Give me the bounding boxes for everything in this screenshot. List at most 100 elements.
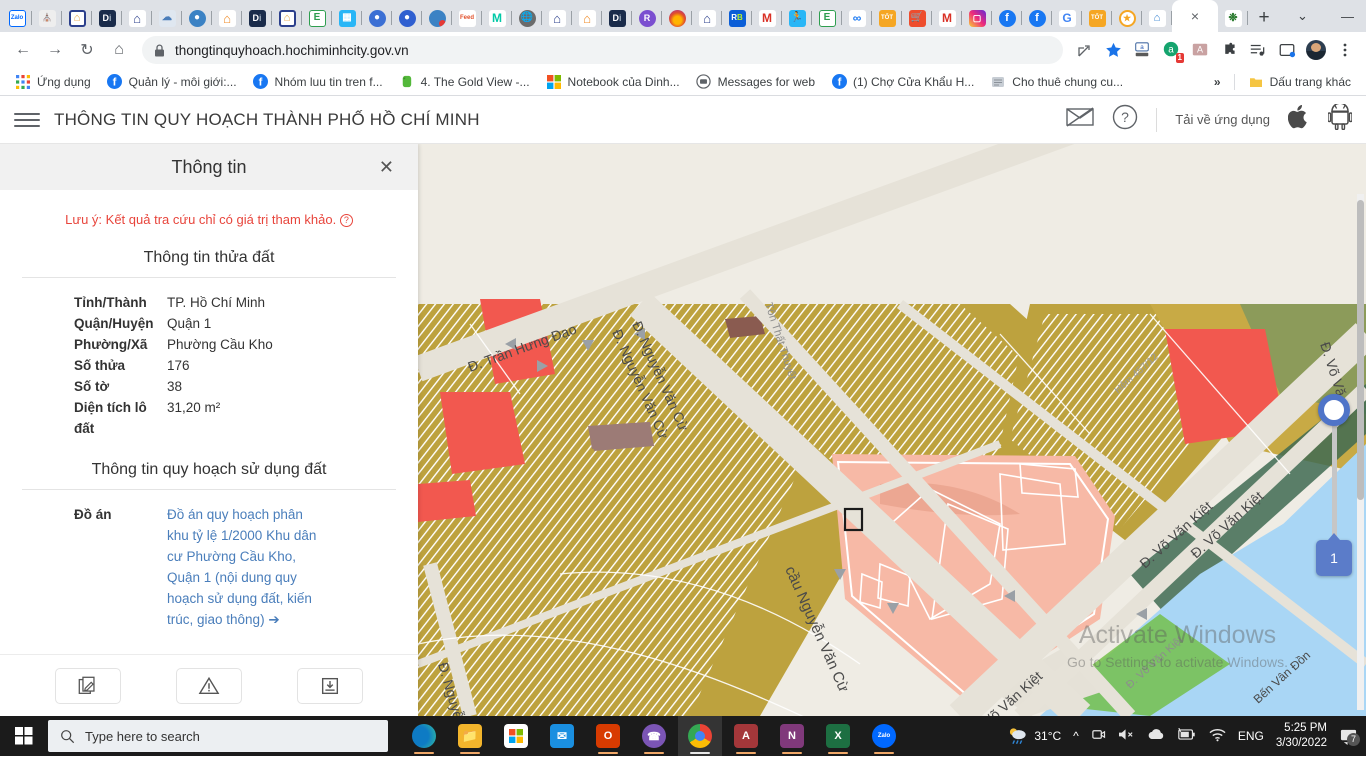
taskbar-search-box[interactable]: Type here to search [48,720,388,752]
tab[interactable]: Di [602,4,632,32]
tab-close-icon[interactable]: × [1191,8,1199,24]
tab[interactable]: R [632,4,662,32]
onedrive-icon[interactable] [1147,728,1165,744]
taskbar-app-office[interactable]: O [586,716,630,756]
bookmark-item[interactable]: f (1) Chợ Cửa Khẩu H... [824,71,981,93]
hamburger-icon[interactable] [14,112,40,127]
adblock-icon[interactable]: a 1 [1158,37,1184,63]
taskbar-app-excel[interactable]: X [816,716,860,756]
tab[interactable]: ⌂ [272,4,302,32]
bookmark-item[interactable]: 4. The Gold View -... [392,71,537,93]
taskbar-app-chrome[interactable] [678,716,722,756]
tab[interactable]: ⌂ [212,4,242,32]
tab[interactable]: ⌂ [692,4,722,32]
tab[interactable]: E [812,4,842,32]
tab[interactable]: M [752,4,782,32]
slider-handle[interactable] [1318,394,1350,426]
tab[interactable]: E [302,4,332,32]
close-panel-button[interactable]: ✕ [379,157,394,178]
taskbar-app-zalo[interactable]: Zalo [862,716,906,756]
taskbar-app-mail[interactable]: ✉ [540,716,584,756]
taskbar-app-edge[interactable] [402,716,446,756]
new-tab-button[interactable]: + [1248,4,1280,32]
back-button[interactable]: ← [8,35,38,65]
tab[interactable]: ∞ [842,4,872,32]
taskbar-app-viber[interactable]: ☎ [632,716,676,756]
share-icon[interactable] [1071,37,1097,63]
tab[interactable]: ▦ [332,4,362,32]
grammarly-icon[interactable]: a [1129,37,1155,63]
screen-record-icon[interactable] [1091,727,1106,745]
tab[interactable]: f [992,4,1022,32]
other-bookmarks-folder[interactable]: Dấu trang khác [1241,71,1358,93]
tab[interactable]: ⌂ [572,4,602,32]
bookmark-item[interactable]: Notebook của Dinh... [539,71,687,93]
bookmarks-overflow-button[interactable]: » [1207,72,1228,92]
translate-icon[interactable]: A [1187,37,1213,63]
bookmark-item[interactable]: Cho thuê chung cu... [983,71,1130,93]
report-button[interactable] [176,667,242,704]
window-controls[interactable]: ⌄ — ❐ ✕ [1280,0,1366,32]
tab[interactable]: TỐT [1082,4,1112,32]
scrollbar-thumb[interactable] [1357,200,1364,500]
taskbar-app-onenote[interactable]: N [770,716,814,756]
sidebar-icon[interactable] [1274,37,1300,63]
tab[interactable]: ⌂ [542,4,572,32]
clock[interactable]: 5:25 PM 3/30/2022 [1276,721,1327,751]
tab[interactable]: ▢ [962,4,992,32]
tab[interactable]: RB [722,4,752,32]
tab-search-icon[interactable]: ⌄ [1280,0,1325,32]
tab[interactable]: 🌐 [512,4,542,32]
tab[interactable]: ⌂ [62,4,92,32]
tab[interactable]: ⌂ [122,4,152,32]
taskbar-app-file-explorer[interactable]: 📁 [448,716,492,756]
bookmark-item[interactable]: Messages for web [689,71,822,93]
apple-icon[interactable] [1287,104,1310,135]
home-button[interactable]: ⌂ [104,35,134,65]
chevron-up-icon[interactable]: ^ [1073,729,1079,743]
bookmark-item[interactable]: f Nhóm luu tin tren f... [246,71,390,93]
tab[interactable]: Di [242,4,272,32]
download-app-link[interactable]: Tải về ứng dụng [1175,112,1270,127]
language-indicator[interactable]: ENG [1238,729,1264,743]
wifi-icon[interactable] [1209,728,1226,745]
tab[interactable]: Di [92,4,122,32]
bookmark-apps[interactable]: Ứng dụng [8,71,98,93]
start-button[interactable] [0,727,48,745]
tab[interactable]: ★ [1112,4,1142,32]
tab[interactable]: 🏃 [782,4,812,32]
tab[interactable]: G [1052,4,1082,32]
extensions-puzzle-icon[interactable] [1216,37,1242,63]
tab[interactable]: ☁ [152,4,182,32]
download-button[interactable] [297,667,363,704]
bookmark-item[interactable]: f Quản lý - môi giới:... [100,71,244,93]
tab[interactable]: Zalo [2,4,32,32]
active-tab[interactable]: × [1172,0,1218,32]
tab[interactable]: M [482,4,512,32]
tab[interactable]: ● [362,4,392,32]
question-circle-icon[interactable]: ? [1112,104,1138,135]
tab[interactable]: f [1022,4,1052,32]
tab[interactable] [662,4,692,32]
help-circle-icon[interactable]: ? [339,214,353,227]
android-icon[interactable] [1327,102,1353,135]
address-bar[interactable]: thongtinquyhoach.hochiminhcity.gov.vn [142,36,1063,64]
edit-document-button[interactable] [55,667,121,704]
tab[interactable]: ❉ [1218,4,1248,32]
plan-link-arrow-icon[interactable]: ➔ [268,612,279,627]
tab[interactable] [422,4,452,32]
tab[interactable]: 🛒 [902,4,932,32]
taskbar-app-store[interactable] [494,716,538,756]
reload-button[interactable]: ↻ [72,35,102,65]
envelope-icon[interactable] [1066,107,1094,132]
minimize-button[interactable]: — [1325,0,1366,32]
panel-scrollbar[interactable] [1357,194,1364,710]
browser-tab-strip[interactable]: Zalo ⛪ ⌂ Di ⌂ ☁ ● ⌂ Di ⌂ E ▦ ● ● Feed M … [0,0,1366,32]
action-center-icon[interactable]: 7 [1339,728,1360,746]
tab[interactable]: ⌂ [1142,4,1172,32]
battery-charging-icon[interactable] [1177,727,1197,744]
plan-link[interactable]: Đồ án quy hoạch phân khu tỷ lệ 1/2000 Kh… [167,507,316,627]
weather-widget[interactable]: 31°C [1008,727,1061,745]
tab[interactable]: ⛪ [32,4,62,32]
profile-avatar[interactable] [1303,37,1329,63]
